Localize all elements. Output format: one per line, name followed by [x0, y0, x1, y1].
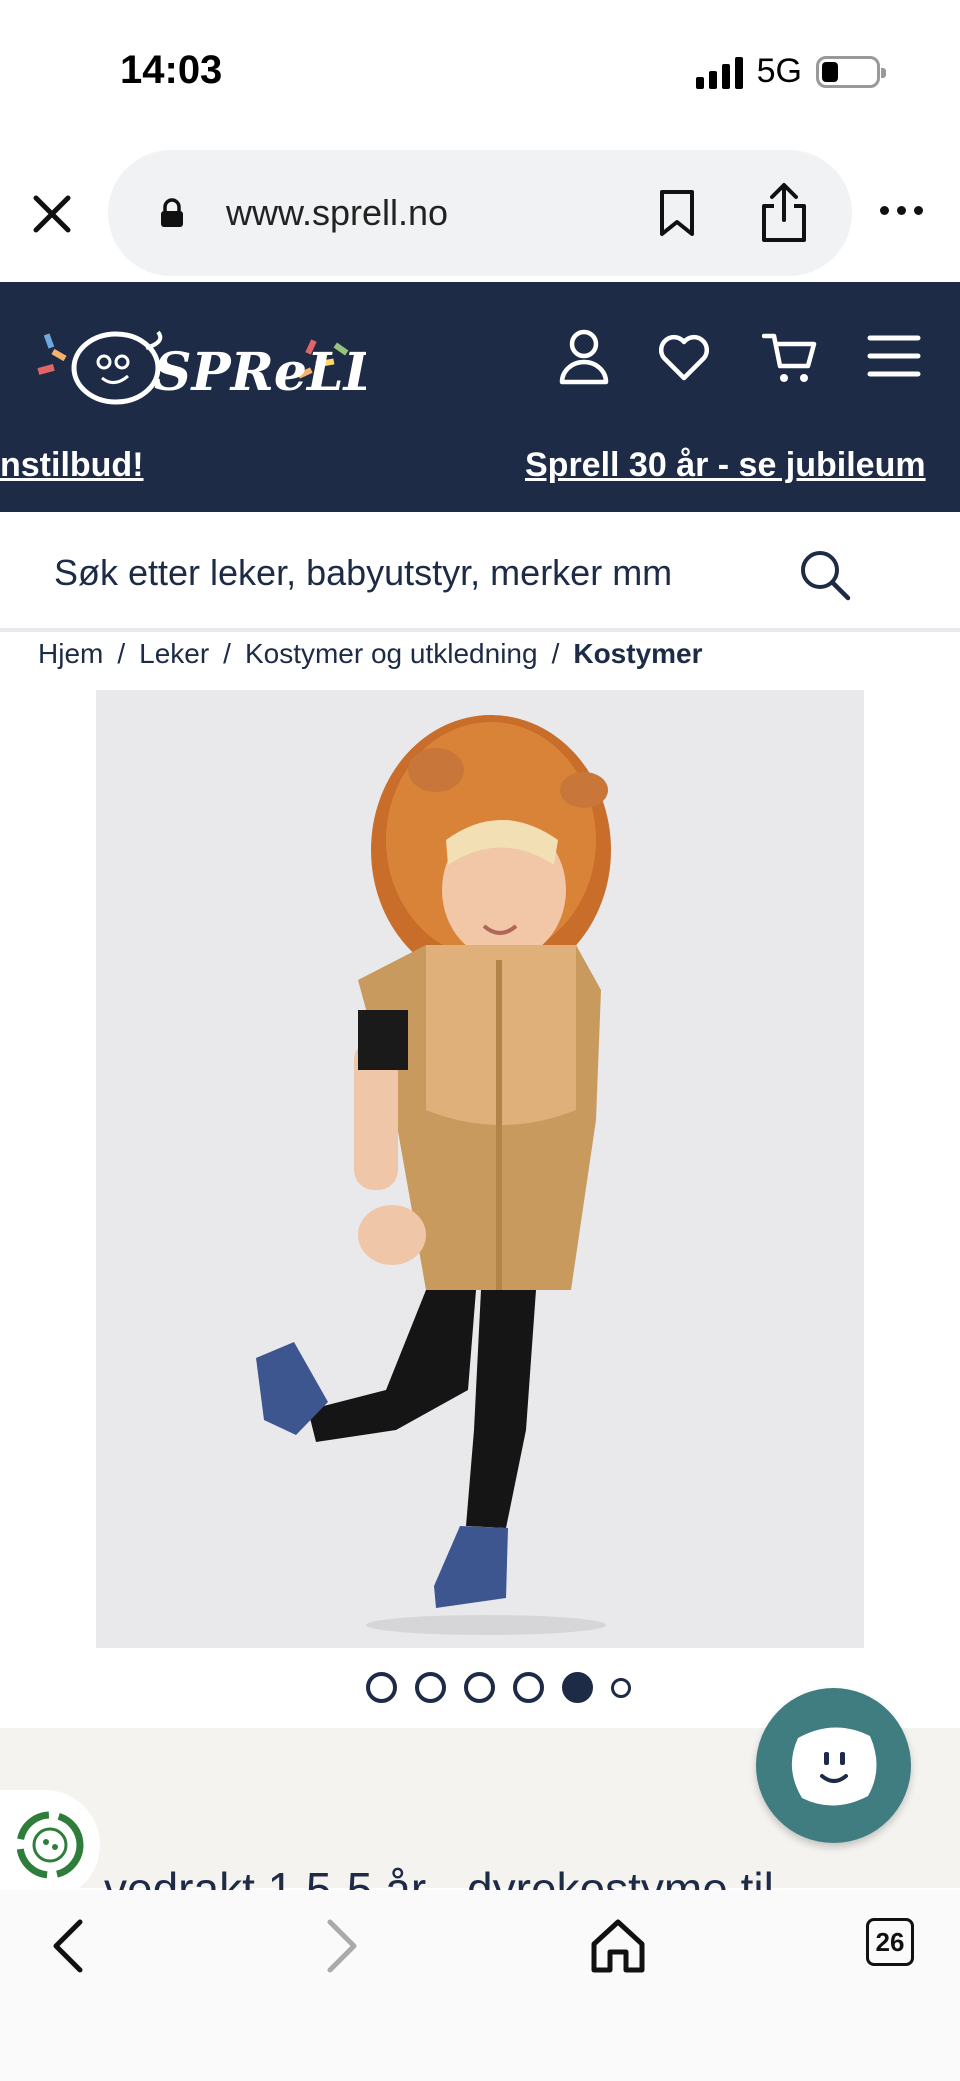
- close-icon[interactable]: [28, 190, 76, 238]
- url-text: www.sprell.no: [226, 192, 449, 233]
- heart-icon[interactable]: [656, 326, 712, 386]
- browser-toolbar: www.sprell.no: [0, 140, 960, 280]
- carousel-dot[interactable]: [513, 1672, 544, 1703]
- status-bar: 14:03 5G: [0, 0, 960, 140]
- chat-button[interactable]: [756, 1688, 911, 1843]
- search-input[interactable]: Søk etter leker, babyutstyr, merker mm: [54, 552, 672, 594]
- address-bar[interactable]: www.sprell.no: [108, 150, 852, 276]
- battery-icon: [816, 55, 886, 88]
- home-icon[interactable]: [588, 1916, 648, 1976]
- tabs-count-button[interactable]: 26: [866, 1918, 914, 1966]
- status-time: 14:03: [120, 48, 223, 92]
- chat-face-icon: [791, 1727, 877, 1806]
- sprell-logo[interactable]: SPReLL: [36, 312, 366, 412]
- status-indicators: 5G: [695, 52, 886, 91]
- breadcrumb-current: Kostymer: [573, 638, 703, 669]
- carousel-dot[interactable]: [611, 1677, 631, 1698]
- announcement-link[interactable]: Sprell 30 år - se jubileum: [525, 446, 926, 485]
- site-header: SPReLL nstilbud! Sprell 30 år - se jubil…: [0, 282, 960, 512]
- breadcrumb-item[interactable]: Hjem: [38, 638, 103, 669]
- search-icon[interactable]: [798, 548, 852, 602]
- announcement-link[interactable]: nstilbud!: [0, 446, 144, 485]
- carousel-dot[interactable]: [415, 1672, 446, 1703]
- recycle-icon: [16, 1811, 84, 1879]
- account-icon[interactable]: [556, 326, 612, 386]
- network-type: 5G: [756, 52, 802, 90]
- announcement-ticker: nstilbud! Sprell 30 år - se jubileum: [0, 430, 960, 512]
- breadcrumb: Hjem / Leker / Kostymer og utkledning / Kostym…: [38, 638, 703, 670]
- breadcrumb-item[interactable]: Kostymer og utkledning: [245, 638, 538, 669]
- bookmark-icon[interactable]: [656, 188, 698, 238]
- svg-text:SPReLL: SPReLL: [154, 342, 366, 403]
- signal-icon: [695, 55, 743, 89]
- breadcrumb-item[interactable]: Leker: [139, 638, 209, 669]
- back-icon[interactable]: [40, 1916, 100, 1976]
- lock-icon: [161, 198, 183, 227]
- share-icon[interactable]: [758, 180, 810, 244]
- product-image[interactable]: [96, 690, 864, 1648]
- breadcrumb-separator: /: [551, 638, 560, 669]
- carousel-dot-active[interactable]: [562, 1672, 593, 1703]
- breadcrumb-separator: /: [223, 638, 231, 669]
- eco-badge[interactable]: [0, 1790, 100, 1900]
- carousel-dot[interactable]: [464, 1672, 495, 1703]
- more-menu-icon[interactable]: [880, 206, 923, 215]
- forward-icon[interactable]: [310, 1916, 370, 1976]
- menu-icon[interactable]: [866, 326, 922, 386]
- search-bar[interactable]: Søk etter leker, babyutstyr, merker mm: [0, 512, 960, 632]
- carousel-dot[interactable]: [366, 1672, 397, 1703]
- browser-bottom-nav: 26: [0, 1890, 960, 2081]
- lion-costume-photo: [96, 690, 864, 1648]
- carousel-dots: [366, 1672, 631, 1703]
- cart-icon[interactable]: [762, 326, 818, 386]
- breadcrumb-separator: /: [117, 638, 126, 669]
